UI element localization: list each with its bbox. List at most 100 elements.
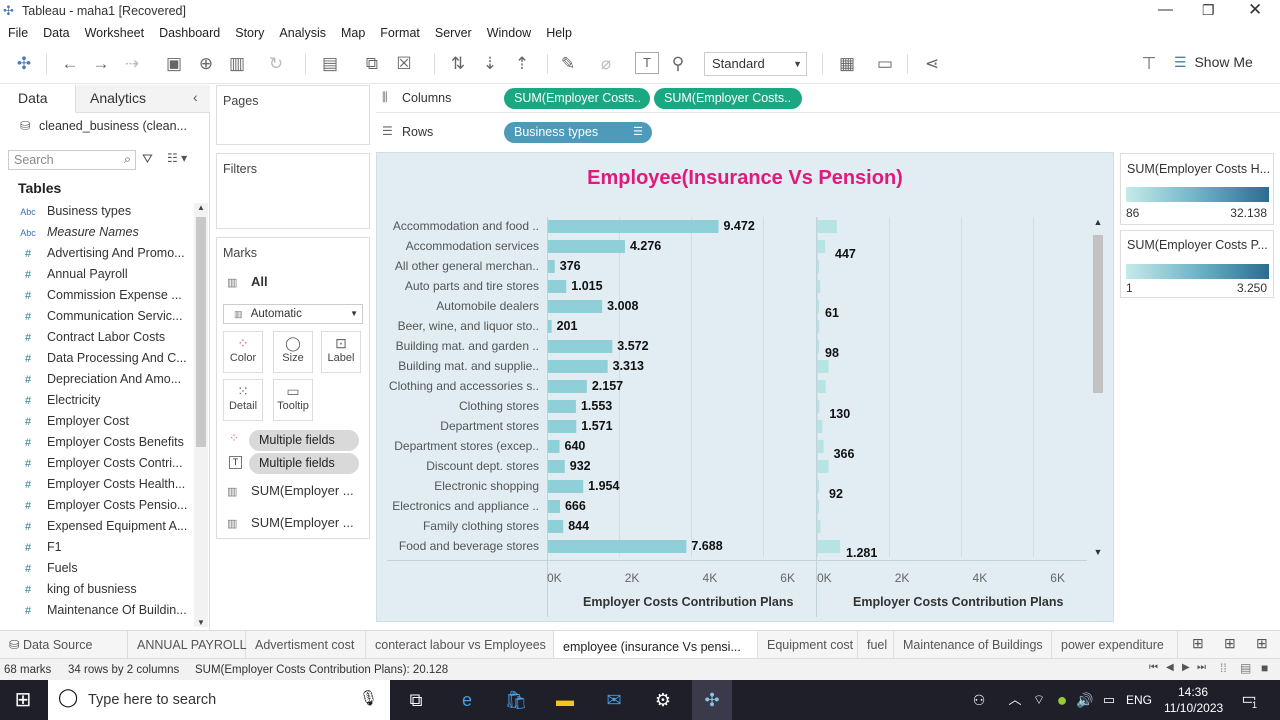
view-options-icon[interactable]: ☷ ▾ [167,151,187,165]
group-icon[interactable]: ⌀ [594,52,618,76]
scroll-up-icon[interactable]: ▲ [1091,217,1105,227]
chart-scrollbar[interactable]: ▲ ▼ [1091,217,1105,557]
menu-story[interactable]: Story [227,22,271,40]
filmstrip-icon[interactable]: ▤ [1240,661,1251,675]
columns-shelf[interactable]: ⫼ Columns SUM(Employer Costs.. SUM(Emplo… [376,85,1280,113]
edge-icon[interactable]: e [454,688,480,712]
menu-dashboard[interactable]: Dashboard [151,22,227,40]
scroll-thumb[interactable] [1093,235,1103,393]
multiple-fields-color-pill[interactable]: Multiple fields [249,430,359,451]
size-button[interactable]: ◯ Size [273,331,313,373]
new-worksheet-tab-icon[interactable]: ⊞ [1192,635,1204,652]
tray-chevron-icon[interactable]: ︿ [1002,688,1028,712]
columns-pill-1[interactable]: SUM(Employer Costs.. [504,88,650,109]
mark-type-dropdown[interactable]: ▥ Automatic ▼ [223,304,363,324]
field-item[interactable]: # Electricity [0,390,190,411]
field-item[interactable]: # Contract Labor Costs [0,327,190,348]
first-sheet-icon[interactable]: ⏮ [1149,662,1158,673]
rows-shelf[interactable]: ☰ Rows Business types ☰ [376,119,1280,147]
new-datasource-icon[interactable]: ⊕ [194,52,218,76]
legend-pension[interactable]: SUM(Employer Costs P... 1 3.250 [1120,230,1274,298]
redo-icon[interactable]: → [89,52,113,76]
scroll-up-icon[interactable]: ▲ [194,203,208,212]
menu-window[interactable]: Window [479,22,538,40]
menu-data[interactable]: Data [35,22,76,40]
next-sheet-icon[interactable]: ▶ [1182,662,1190,673]
field-item[interactable]: Abc Measure Names [0,222,190,243]
menu-worksheet[interactable]: Worksheet [77,22,152,40]
sort-descending-icon[interactable]: ⇡ [510,52,534,76]
filter-icon[interactable]: ⛛ [142,151,153,167]
collapse-icon[interactable]: ‹ [193,89,198,105]
search-input[interactable]: Search ⌕ [8,150,136,170]
color-button[interactable]: ⁘ Color [223,331,263,373]
last-sheet-icon[interactable]: ⏭ [1197,662,1206,673]
color-field-row[interactable]: ⁘ [229,431,239,445]
field-item[interactable]: # Commission Expense ... [0,285,190,306]
marks-sheet-1[interactable]: ▥ SUM(Employer ... [227,483,354,498]
tab-analytics[interactable]: Analytics [76,85,210,113]
tabs-view-icon[interactable]: ■ [1261,661,1268,675]
field-item[interactable]: # Employer Costs Health... [0,474,190,495]
menu-format[interactable]: Format [372,22,427,40]
menu-map[interactable]: Map [333,22,372,40]
field-list-scrollbar[interactable]: ▲ ▼ [194,203,208,627]
label-button[interactable]: ⊡ Label [321,331,361,373]
tab-data[interactable]: Data [0,85,76,113]
scroll-thumb[interactable] [196,217,206,447]
people-icon[interactable]: ⚇ [966,688,992,712]
sheet-tab[interactable]: conteract labour vs Employees [366,631,554,659]
battery-icon[interactable]: ▭ [1096,688,1122,712]
duplicate-sheet-icon[interactable]: ⧉ [360,52,384,76]
sort-ascending-icon[interactable]: ⇣ [478,52,502,76]
undo-icon[interactable]: ← [58,52,82,76]
legend-health[interactable]: SUM(Employer Costs H... 86 32.138 [1120,153,1274,225]
pages-card[interactable]: Pages [216,85,370,145]
menu-file[interactable]: File [0,22,35,40]
minimize-icon[interactable]: — [1158,1,1173,18]
marks-all-row[interactable]: ▥ All [227,274,268,289]
tableau-taskbar-icon[interactable]: ✣ [692,680,732,720]
close-icon[interactable]: ✕ [1248,0,1262,20]
mail-icon[interactable]: ✉ [601,688,627,712]
sheet-tab[interactable]: employee (insurance Vs pensi... [554,631,758,659]
field-item[interactable]: # Employer Costs Benefits [0,432,190,453]
clock-date[interactable]: 11/10/2023 [1164,701,1223,715]
tooltip-button[interactable]: ▭ Tooltip [273,379,313,421]
field-item[interactable]: # Maintenance Of Buildin... [0,600,190,621]
field-item[interactable]: # Depreciation And Amo... [0,369,190,390]
swap-rows-columns-icon[interactable]: ⇅ [446,52,470,76]
sheet-tab[interactable]: Equipment cost [758,631,858,659]
sheet-sorter-icon[interactable]: ⁞⁞ [1220,661,1227,675]
windows-start-icon[interactable]: ⊞ [10,688,36,712]
presentation-mode-icon[interactable]: ▭ [873,52,897,76]
replay-icon[interactable]: ⇢ [120,52,144,76]
store-icon[interactable]: 🛍 [503,688,529,712]
prev-sheet-icon[interactable]: ◀ [1166,662,1174,673]
field-item[interactable]: # F1 [0,537,190,558]
multiple-fields-label-pill[interactable]: Multiple fields [249,453,359,474]
field-item[interactable]: # Fuels [0,558,190,579]
fix-axes-icon[interactable]: ⚲ [666,52,690,76]
microphone-icon[interactable]: 🎙 [359,689,378,707]
field-item[interactable]: # Expensed Equipment A... [0,516,190,537]
tab-data-source[interactable]: ⛁ Data Source [0,631,128,659]
sheet-tab[interactable]: fuel [858,631,894,659]
pin-icon[interactable]: ⊤ [1137,52,1161,76]
refresh-icon[interactable]: ↻ [264,52,288,76]
marks-sheet-2[interactable]: ▥ SUM(Employer ... [227,515,354,530]
datasource-item[interactable]: ⛁ cleaned_business (clean... [20,118,187,133]
show-labels-icon[interactable]: T [635,52,659,74]
new-dashboard-tab-icon[interactable]: ⊞ [1224,635,1236,652]
clock-time[interactable]: 14:36 [1178,685,1208,699]
volume-icon[interactable]: 🔊 [1072,688,1098,712]
sheet-tab[interactable]: Maintenance of Buildings [894,631,1052,659]
field-item[interactable]: # Employer Costs Pensio... [0,495,190,516]
show-me-button[interactable]: ☰ Show Me [1174,54,1253,71]
menu-analysis[interactable]: Analysis [271,22,333,40]
field-item[interactable]: # Employer Cost [0,411,190,432]
field-item[interactable]: # Advertising And Promo... [0,243,190,264]
scroll-down-icon[interactable]: ▼ [1091,547,1105,557]
taskbar-search-input[interactable]: ◯ Type here to search 🎙 [48,680,390,720]
fit-dropdown[interactable]: Standard ▼ [704,52,807,76]
